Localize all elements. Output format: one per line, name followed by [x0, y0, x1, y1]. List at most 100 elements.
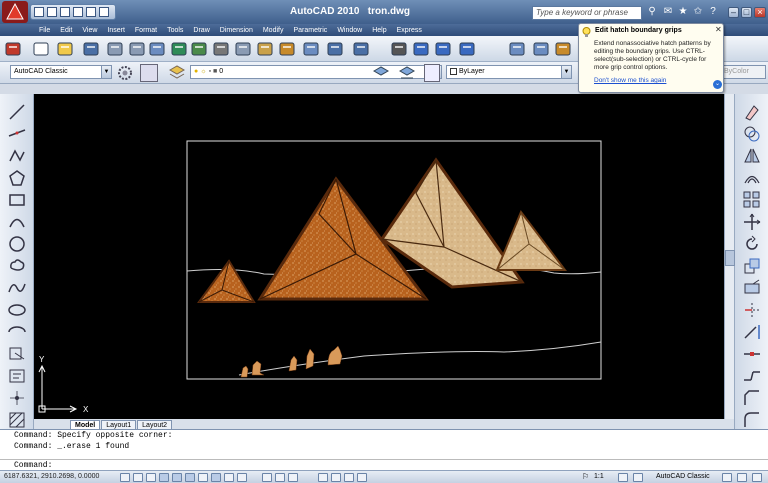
make-current-layer-icon[interactable]	[372, 64, 390, 82]
object-snap-tracking-button[interactable]	[185, 473, 195, 482]
command-input[interactable]: Command:	[0, 459, 768, 470]
new-icon[interactable]	[34, 7, 44, 17]
menu-format[interactable]: Format	[130, 27, 162, 34]
move-icon[interactable]	[742, 212, 762, 232]
scale-icon[interactable]	[742, 256, 762, 276]
distant-pyramid[interactable]	[495, 210, 568, 271]
layer-states-icon[interactable]	[424, 64, 440, 82]
app-menu-icon[interactable]	[4, 40, 22, 58]
mirror-icon[interactable]	[742, 146, 762, 166]
binoculars-icon[interactable]: ⚲	[645, 5, 659, 19]
menu-dimension[interactable]: Dimension	[215, 27, 258, 34]
showmotion-icon[interactable]	[357, 473, 367, 482]
publish-icon[interactable]	[148, 40, 166, 58]
rectangle-icon[interactable]	[7, 190, 27, 210]
quick-properties-button[interactable]	[237, 473, 247, 482]
tab-layout2[interactable]: Layout2	[137, 420, 173, 429]
pan-icon[interactable]	[318, 473, 328, 482]
menu-insert[interactable]: Insert	[102, 27, 130, 34]
zoom-icon[interactable]	[331, 473, 341, 482]
command-window[interactable]: Command: Specify opposite corner: Comman…	[0, 429, 768, 470]
hatch-icon[interactable]	[7, 410, 27, 430]
menu-help[interactable]: Help	[367, 27, 391, 34]
steeringwheel-icon[interactable]	[344, 473, 354, 482]
rotate-icon[interactable]	[742, 234, 762, 254]
line-icon[interactable]	[7, 102, 27, 122]
object-snap-button[interactable]	[172, 473, 182, 482]
copy-icon[interactable]	[234, 40, 252, 58]
menu-tools[interactable]: Tools	[162, 27, 188, 34]
color-select[interactable]: ByLayer ▼	[446, 65, 572, 79]
redo-icon[interactable]	[86, 7, 96, 17]
chamfer-icon[interactable]	[742, 388, 762, 408]
circle-icon[interactable]	[7, 234, 27, 254]
star-icon[interactable]: ✩	[691, 5, 705, 19]
snap-mode-button[interactable]	[120, 473, 130, 482]
plot-icon[interactable]	[106, 40, 124, 58]
model-space-button[interactable]	[262, 473, 272, 482]
point-icon[interactable]	[7, 388, 27, 408]
minimize-button[interactable]: –	[728, 7, 739, 18]
pan-icon[interactable]	[390, 40, 408, 58]
lineweight-button[interactable]	[224, 473, 234, 482]
workspace-select[interactable]: AutoCAD Classic ▼	[10, 65, 112, 79]
ellipse-icon[interactable]	[7, 300, 27, 320]
auto-scale-button[interactable]	[633, 473, 643, 482]
publish-dwf-icon[interactable]	[190, 40, 208, 58]
ellipse-arc-icon[interactable]	[7, 322, 27, 342]
tool-palettes-icon[interactable]	[554, 40, 572, 58]
break-icon[interactable]	[742, 344, 762, 364]
tab-layout1[interactable]: Layout1	[101, 420, 137, 429]
autocad-logo-icon[interactable]	[2, 1, 28, 23]
make-block-icon[interactable]	[7, 366, 27, 386]
trim-icon[interactable]	[742, 300, 762, 320]
open-icon[interactable]	[47, 7, 57, 17]
revision-cloud-icon[interactable]	[7, 256, 27, 276]
layout-button-2[interactable]	[288, 473, 298, 482]
lock-icon[interactable]	[722, 473, 732, 482]
chevron-down-icon[interactable]: ⌄	[713, 80, 722, 89]
save-icon[interactable]	[82, 40, 100, 58]
arc-icon[interactable]	[7, 212, 27, 232]
array-icon[interactable]	[742, 190, 762, 210]
ortho-mode-button[interactable]	[146, 473, 156, 482]
help-icon[interactable]: ?	[706, 5, 720, 19]
undo-icon[interactable]	[326, 40, 344, 58]
spline-icon[interactable]	[7, 278, 27, 298]
annotation-visibility-button[interactable]	[618, 473, 628, 482]
small-pyramid[interactable]	[197, 259, 256, 303]
construction-line-icon[interactable]	[7, 124, 27, 144]
redo-icon[interactable]	[352, 40, 370, 58]
plot-style-select[interactable]: ByColor	[720, 65, 766, 79]
menu-express[interactable]: Express	[392, 27, 427, 34]
layout-button[interactable]	[275, 473, 285, 482]
maximize-button[interactable]: □	[741, 7, 752, 18]
menu-modify[interactable]: Modify	[258, 27, 289, 34]
layer-previous-icon[interactable]	[398, 64, 416, 82]
search-input[interactable]: Type a keyword or phrase	[532, 6, 642, 20]
block-editor-icon[interactable]	[302, 40, 320, 58]
favorites-icon[interactable]: ★	[676, 5, 690, 19]
close-icon[interactable]: ✕	[715, 25, 722, 34]
polar-tracking-button[interactable]	[159, 473, 169, 482]
menu-view[interactable]: View	[77, 27, 102, 34]
new-icon[interactable]	[32, 40, 50, 58]
clean-screen-button[interactable]	[752, 473, 762, 482]
tab-model[interactable]: Model	[70, 420, 101, 429]
zoom-previous-icon[interactable]	[458, 40, 476, 58]
gear-icon[interactable]	[116, 64, 134, 82]
insert-block-icon[interactable]	[7, 344, 27, 364]
communication-icon[interactable]: ✉	[661, 5, 675, 19]
menu-file[interactable]: File	[34, 27, 55, 34]
plot-preview-icon[interactable]	[128, 40, 146, 58]
dont-show-again-link[interactable]: Don't show me this again	[594, 77, 666, 84]
fillet-icon[interactable]	[742, 410, 762, 430]
undo-icon[interactable]	[73, 7, 83, 17]
polygon-icon[interactable]	[7, 168, 27, 188]
close-button[interactable]: ×	[754, 7, 766, 18]
design-center-icon[interactable]	[532, 40, 550, 58]
menu-edit[interactable]: Edit	[55, 27, 77, 34]
zoom-realtime-icon[interactable]	[412, 40, 430, 58]
qa-dropdown-icon[interactable]	[99, 7, 109, 17]
3d-dwf-icon[interactable]	[170, 40, 188, 58]
